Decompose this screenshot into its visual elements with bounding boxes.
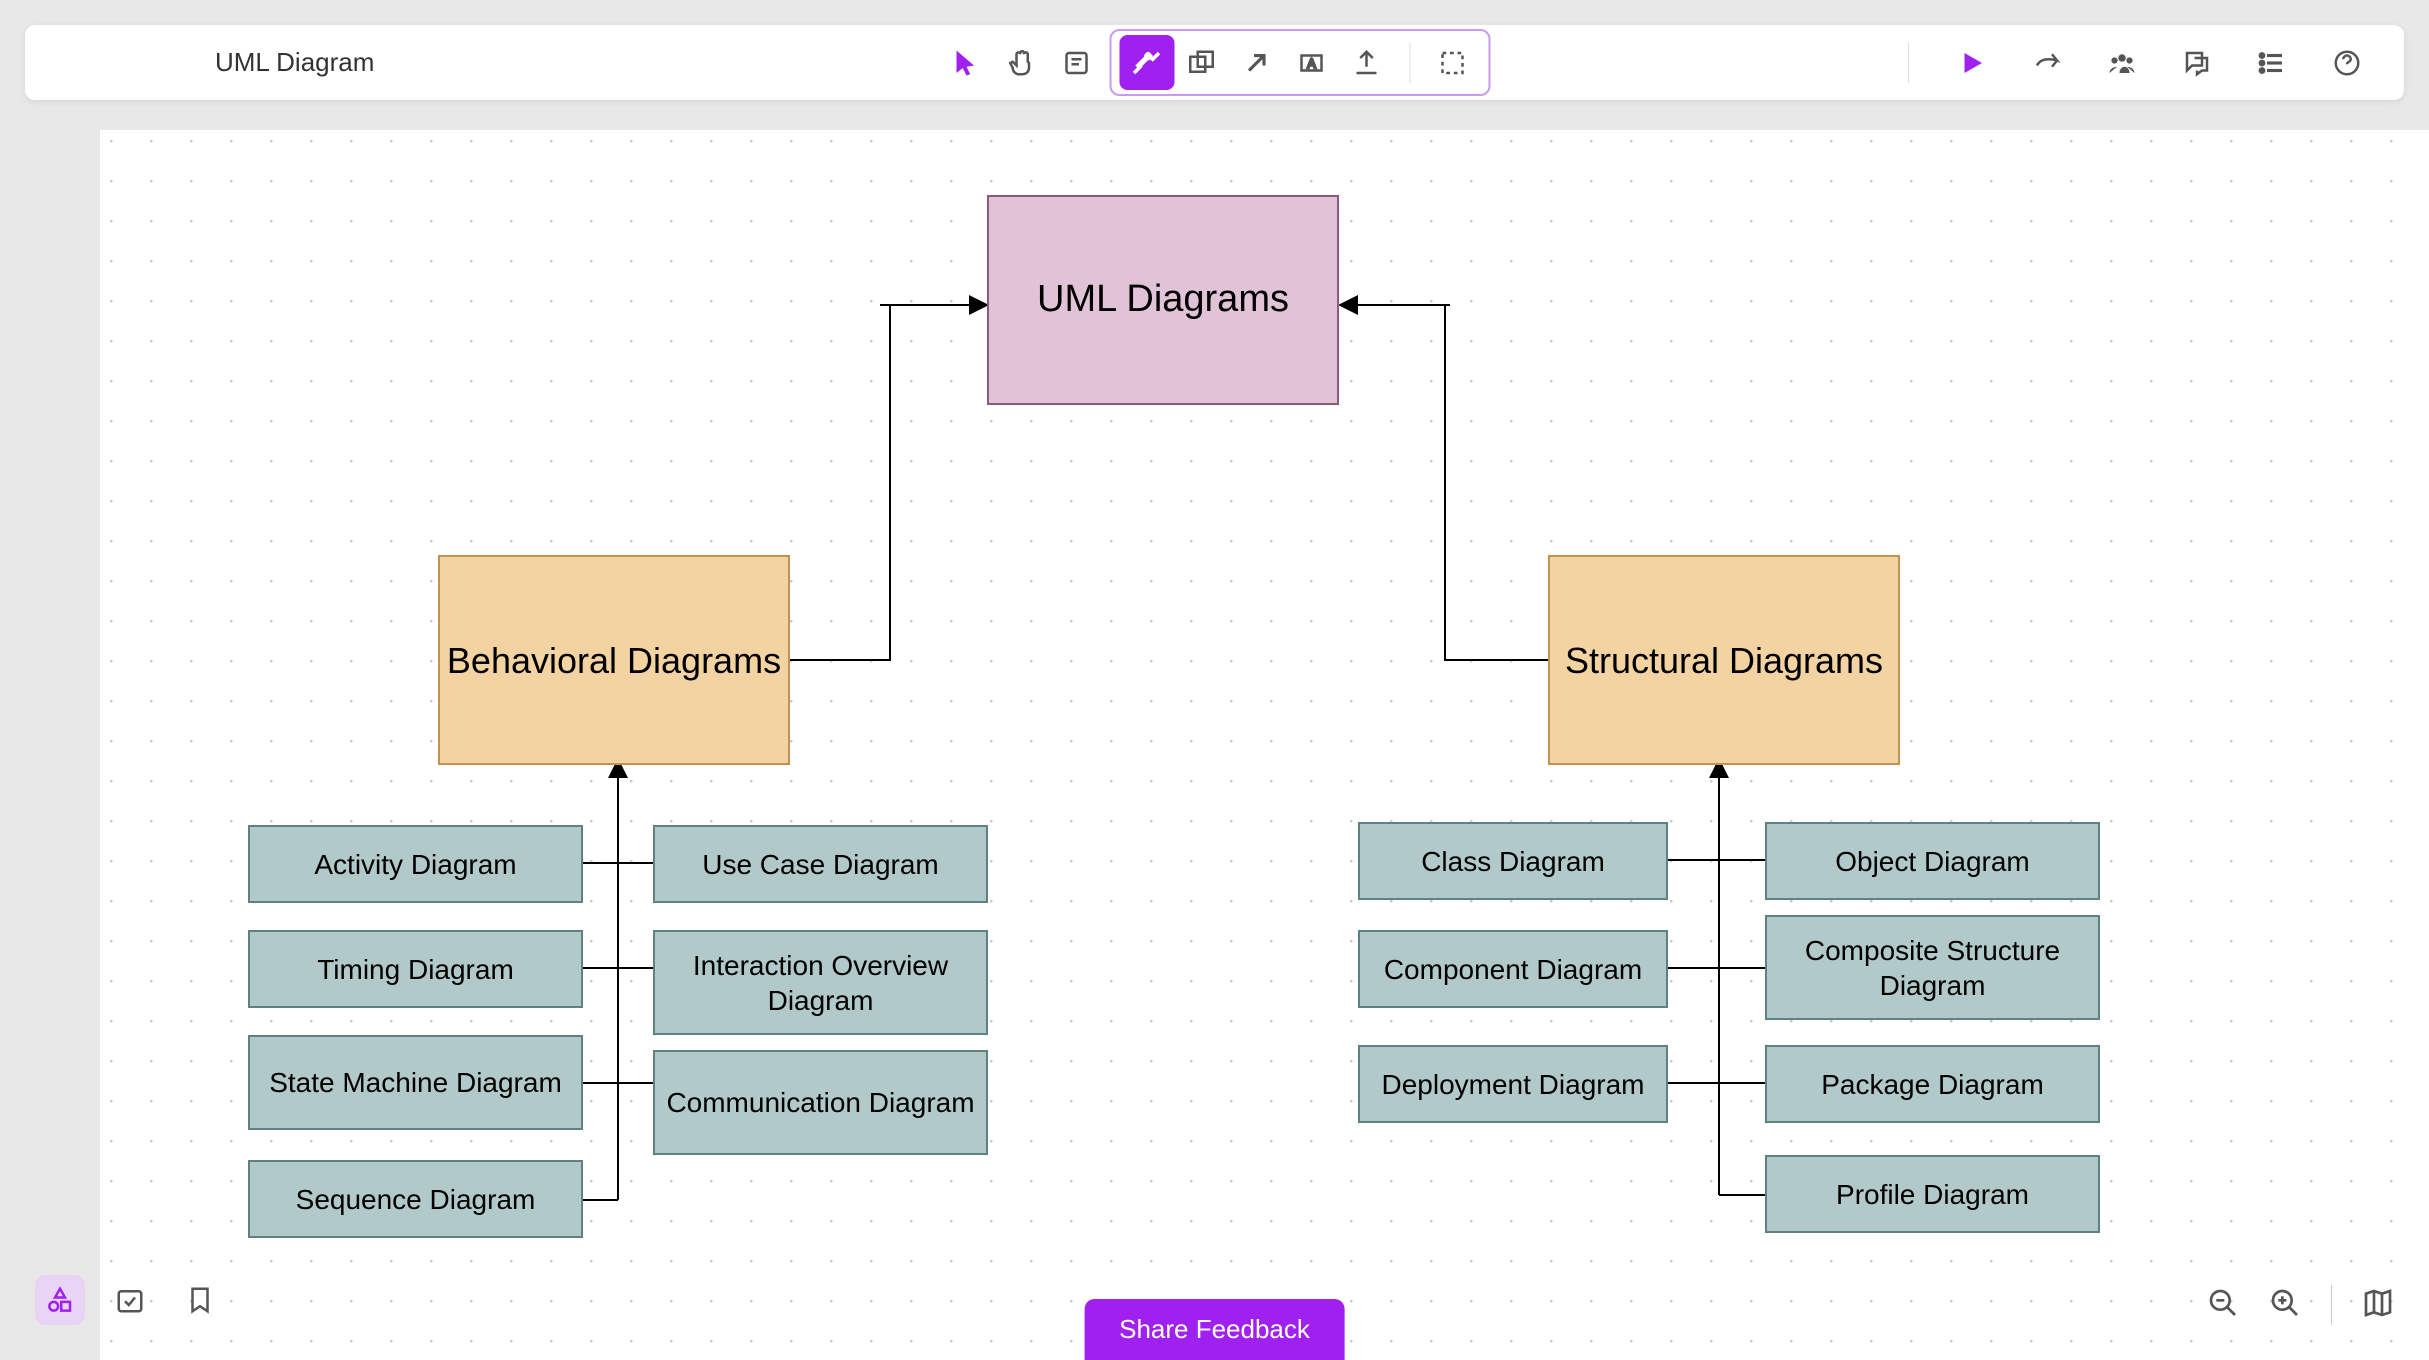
node-leaf[interactable]: Object Diagram xyxy=(1765,822,2100,900)
tools-icon[interactable] xyxy=(1119,35,1174,90)
text-tool[interactable]: A xyxy=(1284,35,1339,90)
zoom-controls xyxy=(2207,1285,2394,1325)
node-label: Structural Diagrams xyxy=(1565,638,1883,683)
node-leaf[interactable]: Use Case Diagram xyxy=(653,825,988,903)
node-leaf[interactable]: Profile Diagram xyxy=(1765,1155,2100,1233)
right-tools xyxy=(1893,35,2374,90)
node-leaf[interactable]: Activity Diagram xyxy=(248,825,583,903)
bottom-left-toolbar xyxy=(35,1275,225,1325)
pan-tool[interactable] xyxy=(994,35,1049,90)
node-leaf[interactable]: Component Diagram xyxy=(1358,930,1668,1008)
node-behavioral[interactable]: Behavioral Diagrams xyxy=(438,555,790,765)
node-label: UML Diagrams xyxy=(1037,276,1289,324)
map-icon[interactable] xyxy=(2362,1287,2394,1324)
shapes-panel-icon[interactable] xyxy=(35,1275,85,1325)
zoom-in-icon[interactable] xyxy=(2269,1287,2301,1324)
node-leaf[interactable]: Class Diagram xyxy=(1358,822,1668,900)
collaborators-icon[interactable] xyxy=(2094,35,2149,90)
center-tools: A xyxy=(939,29,1490,96)
shape-tools-group: A xyxy=(1109,29,1490,96)
divider xyxy=(2331,1285,2332,1325)
node-leaf[interactable]: Deployment Diagram xyxy=(1358,1045,1668,1123)
list-icon[interactable] xyxy=(2244,35,2299,90)
document-title[interactable]: UML Diagram xyxy=(215,47,374,78)
share-icon[interactable] xyxy=(2019,35,2074,90)
node-leaf[interactable]: Interaction Overview Diagram xyxy=(653,930,988,1035)
node-label: Behavioral Diagrams xyxy=(447,638,781,683)
node-leaf[interactable]: Composite Structure Diagram xyxy=(1765,915,2100,1020)
node-leaf[interactable]: Timing Diagram xyxy=(248,930,583,1008)
select-area-tool[interactable] xyxy=(1425,35,1480,90)
node-leaf[interactable]: Package Diagram xyxy=(1765,1045,2100,1123)
upload-tool[interactable] xyxy=(1339,35,1394,90)
node-leaf[interactable]: State Machine Diagram xyxy=(248,1035,583,1130)
divider xyxy=(1908,43,1909,83)
checkbox-icon[interactable] xyxy=(105,1275,155,1325)
top-toolbar: UML Diagram A xyxy=(25,25,2404,100)
shapes-tool[interactable] xyxy=(1174,35,1229,90)
note-tool[interactable] xyxy=(1049,35,1104,90)
node-leaf[interactable]: Communication Diagram xyxy=(653,1050,988,1155)
share-feedback-button[interactable]: Share Feedback xyxy=(1084,1299,1345,1360)
node-root[interactable]: UML Diagrams xyxy=(987,195,1339,405)
bookmark-icon[interactable] xyxy=(175,1275,225,1325)
help-icon[interactable] xyxy=(2319,35,2374,90)
node-structural[interactable]: Structural Diagrams xyxy=(1548,555,1900,765)
zoom-out-icon[interactable] xyxy=(2207,1287,2239,1324)
arrow-tool[interactable] xyxy=(1229,35,1284,90)
svg-text:A: A xyxy=(1307,57,1316,71)
select-tool[interactable] xyxy=(939,35,994,90)
comments-icon[interactable] xyxy=(2169,35,2224,90)
divider xyxy=(1409,43,1410,83)
node-leaf[interactable]: Sequence Diagram xyxy=(248,1160,583,1238)
canvas[interactable]: UML Diagrams Behavioral Diagrams Structu… xyxy=(100,130,2429,1360)
present-icon[interactable] xyxy=(1944,35,1999,90)
